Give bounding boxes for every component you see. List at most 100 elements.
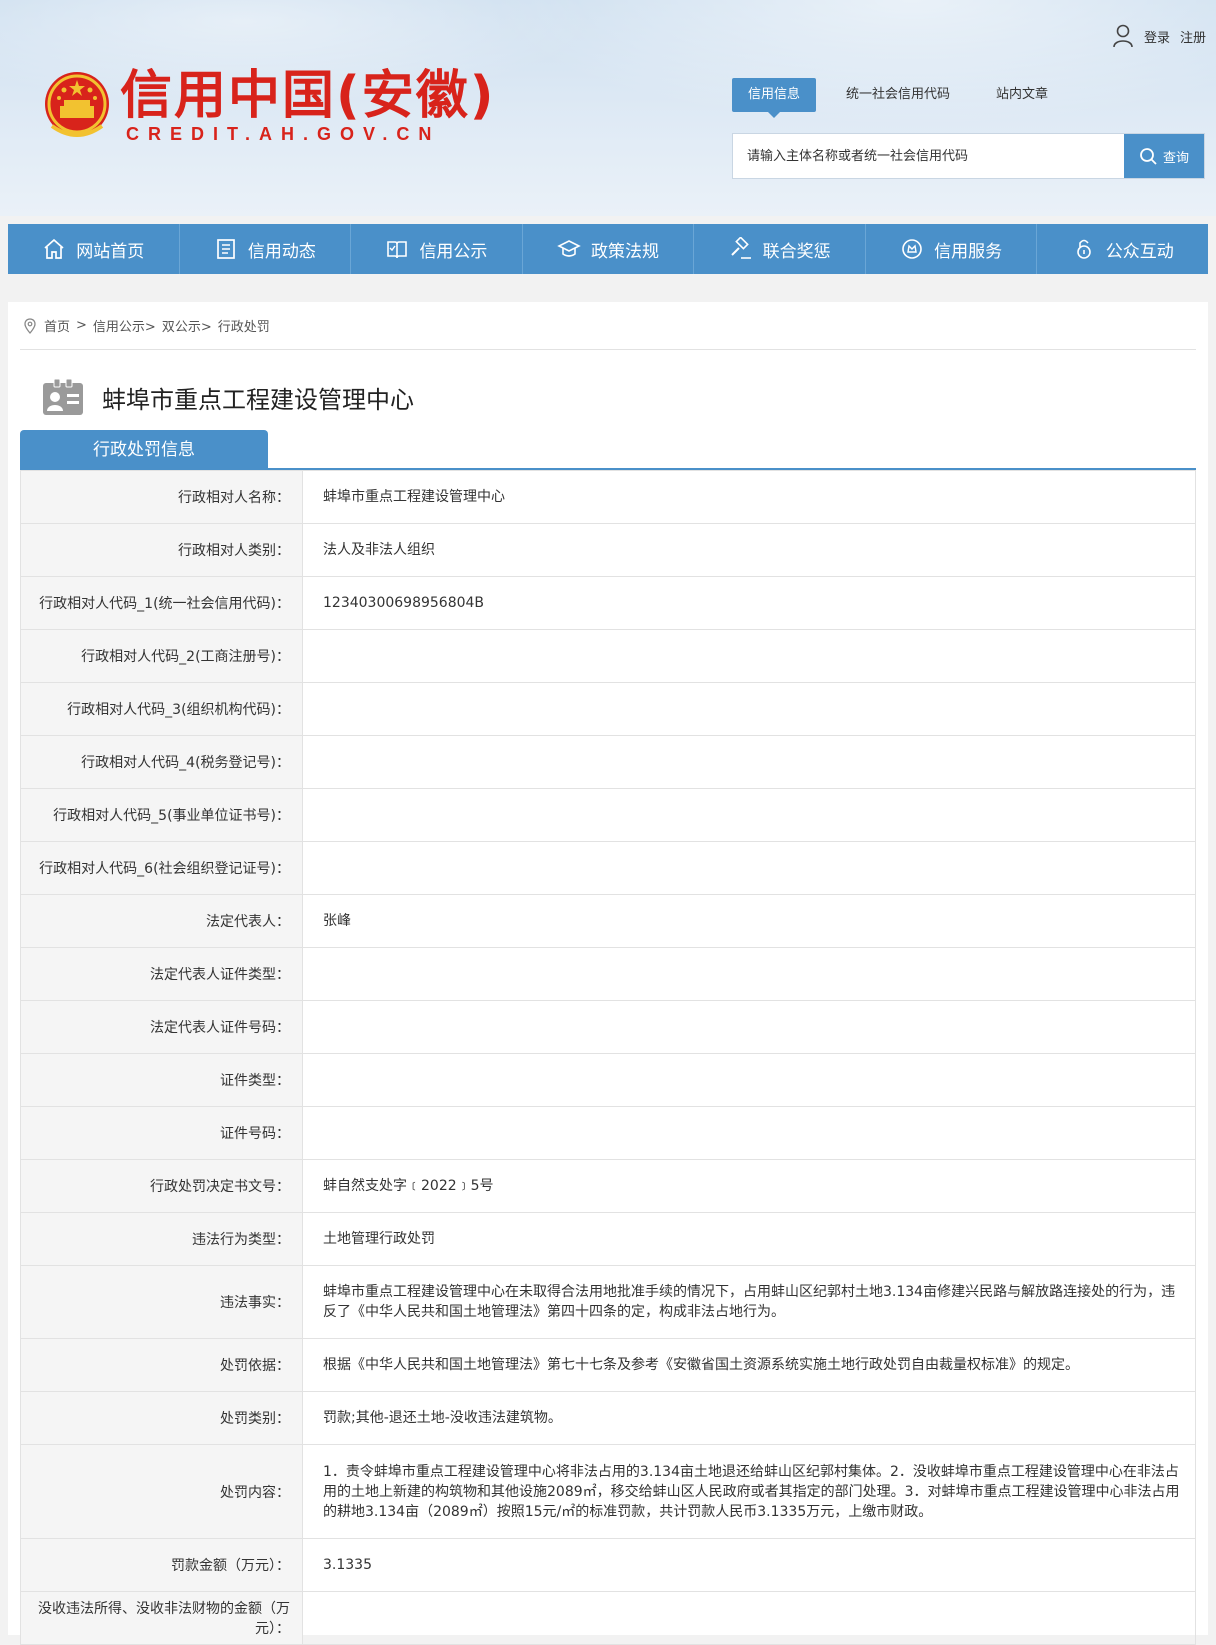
breadcrumb-double-disclosure[interactable]: 双公示> xyxy=(162,316,212,335)
book-icon xyxy=(387,241,408,259)
search-tab-credit-code[interactable]: 统一社会信用代码 xyxy=(830,78,966,112)
row-value: 土地管理行政处罚 xyxy=(302,1212,1196,1266)
breadcrumb-home[interactable]: 首页 xyxy=(44,316,70,335)
row-value xyxy=(302,629,1196,683)
row-value: 法人及非法人组织 xyxy=(302,523,1196,577)
entity-header: 蚌埠市重点工程建设管理中心 xyxy=(42,378,414,416)
id-card-icon xyxy=(43,378,83,415)
nav-item-credit-service[interactable]: 信用服务 xyxy=(866,224,1038,274)
search-button-label: 查询 xyxy=(1162,150,1189,166)
search-tab-credit-info[interactable]: 信用信息 xyxy=(732,78,817,118)
row-label: 行政相对人类别： xyxy=(20,523,303,577)
register-link[interactable]: 注册 xyxy=(1180,27,1206,46)
table-row: 法定代表人证件号码： xyxy=(20,1000,1196,1054)
row-label: 罚款金额（万元）： xyxy=(20,1538,303,1592)
nav-label: 信用服务 xyxy=(934,241,1003,262)
table-row: 行政处罚决定书文号： 蚌自然支处字﹝2022﹞5号 xyxy=(20,1159,1196,1213)
table-row: 行政相对人代码_5(事业单位证书号)： xyxy=(20,788,1196,842)
graduation-icon xyxy=(557,240,581,257)
nav-item-interaction[interactable]: 公众互动 xyxy=(1037,224,1208,274)
row-label: 处罚类别： xyxy=(20,1391,303,1445)
row-label: 法定代表人证件类型： xyxy=(20,947,303,1001)
table-row: 行政相对人代码_1(统一社会信用代码)： 12340300698956804B xyxy=(20,576,1196,630)
row-value: 根据《中华人民共和国土地管理法》第七十七条及参考《安徽省国土资源系统实施土地行政… xyxy=(302,1338,1196,1392)
national-emblem-icon xyxy=(45,72,109,137)
breadcrumb: 首页 > 信用公示> 双公示> 行政处罚 xyxy=(22,316,270,335)
row-value xyxy=(302,1000,1196,1054)
table-row: 行政相对人代码_3(组织机构代码)： xyxy=(20,682,1196,736)
nav-label: 联合奖惩 xyxy=(762,241,831,262)
row-label: 行政相对人代码_3(组织机构代码)： xyxy=(20,682,303,736)
row-label: 法定代表人： xyxy=(20,894,303,948)
table-row: 行政相对人代码_6(社会组织登记证号)： xyxy=(20,841,1196,895)
table-row: 没收违法所得、没收非法财物的金额（万元）： xyxy=(20,1591,1196,1645)
row-label: 行政相对人名称： xyxy=(20,470,303,524)
row-value xyxy=(302,1106,1196,1160)
row-value xyxy=(302,788,1196,842)
row-value: 1．责令蚌埠市重点工程建设管理中心将非法占用的3.134亩土地退还给蚌山区纪郭村… xyxy=(302,1444,1196,1539)
nav-label: 公众互动 xyxy=(1105,241,1174,262)
search-input[interactable] xyxy=(733,134,1124,178)
row-label: 违法行为类型： xyxy=(20,1212,303,1266)
penalty-info-table: 行政相对人名称： 蚌埠市重点工程建设管理中心 行政相对人类别： 法人及非法人组织 行… xyxy=(20,470,1196,1645)
nav-label: 信用动态 xyxy=(247,241,316,262)
breadcrumb-credit-disclosure[interactable]: 信用公示> xyxy=(93,316,156,335)
row-label: 行政处罚决定书文号： xyxy=(20,1159,303,1213)
row-label: 证件类型： xyxy=(20,1053,303,1107)
breadcrumb-divider xyxy=(20,349,1196,350)
home-icon xyxy=(44,238,64,259)
breadcrumb-current: 行政处罚 xyxy=(217,320,270,335)
row-value: 3.1335 xyxy=(302,1538,1196,1592)
row-label: 处罚内容： xyxy=(20,1444,303,1539)
nav-item-credit-disclosure[interactable]: 信用公示 xyxy=(351,224,523,274)
row-value: 12340300698956804B xyxy=(302,576,1196,630)
search-box: 查询 xyxy=(732,133,1205,179)
table-row: 处罚内容： 1．责令蚌埠市重点工程建设管理中心将非法占用的3.134亩土地退还给蚌… xyxy=(20,1444,1196,1539)
breadcrumb-separator: > xyxy=(76,318,87,333)
table-row: 处罚依据： 根据《中华人民共和国土地管理法》第七十七条及参考《安徽省国土资源系统实… xyxy=(20,1338,1196,1392)
user-icon xyxy=(1113,24,1133,48)
row-label: 法定代表人证件号码： xyxy=(20,1000,303,1054)
table-row: 法定代表人： 张峰 xyxy=(20,894,1196,948)
table-row: 行政相对人名称： 蚌埠市重点工程建设管理中心 xyxy=(20,470,1196,524)
table-row: 处罚类别： 罚款;其他-退还土地-没收违法建筑物。 xyxy=(20,1391,1196,1445)
location-pin-icon xyxy=(24,317,36,334)
nav-item-home[interactable]: 网站首页 xyxy=(8,224,180,274)
row-value: 蚌埠市重点工程建设管理中心在未取得合法用地批准手续的情况下，占用蚌山区纪郭村土地… xyxy=(302,1265,1196,1339)
info-tabbar: 行政处罚信息 xyxy=(20,430,1196,470)
table-row: 法定代表人证件类型： xyxy=(20,947,1196,1001)
document-icon xyxy=(217,239,235,259)
nav-item-policy[interactable]: 政策法规 xyxy=(523,224,695,274)
lock-icon xyxy=(1076,239,1091,259)
table-row: 行政相对人类别： 法人及非法人组织 xyxy=(20,523,1196,577)
table-row: 违法行为类型： 土地管理行政处罚 xyxy=(20,1212,1196,1266)
site-logo-title[interactable]: 信用中国(安徽) xyxy=(120,66,496,126)
service-icon xyxy=(902,239,922,259)
row-label: 行政相对人代码_2(工商注册号)： xyxy=(20,629,303,683)
site-logo-domain: CREDIT.AH.GOV.CN xyxy=(126,124,441,144)
search-button[interactable]: 查询 xyxy=(1124,134,1204,178)
table-row: 证件类型： xyxy=(20,1053,1196,1107)
nav-item-rewards[interactable]: 联合奖惩 xyxy=(694,224,866,274)
main-content: 首页 > 信用公示> 双公示> 行政处罚 蚌埠市重点工程建设管理中心 行政处罚信… xyxy=(8,302,1208,1645)
row-value xyxy=(302,947,1196,1001)
row-label: 行政相对人代码_4(税务登记号)： xyxy=(20,735,303,789)
row-label: 行政相对人代码_6(社会组织登记证号)： xyxy=(20,841,303,895)
user-area: 登录 注册 xyxy=(1112,24,1206,48)
row-value xyxy=(302,682,1196,736)
nav-item-credit-news[interactable]: 信用动态 xyxy=(180,224,352,274)
table-row: 证件号码： xyxy=(20,1106,1196,1160)
row-label: 违法事实： xyxy=(20,1265,303,1339)
row-value xyxy=(302,1591,1196,1645)
nav-label: 政策法规 xyxy=(591,241,660,262)
row-label: 没收违法所得、没收非法财物的金额（万元）： xyxy=(20,1591,303,1645)
table-row: 行政相对人代码_2(工商注册号)： xyxy=(20,629,1196,683)
table-row: 违法事实： 蚌埠市重点工程建设管理中心在未取得合法用地批准手续的情况下，占用蚌山区… xyxy=(20,1265,1196,1339)
row-value: 罚款;其他-退还土地-没收违法建筑物。 xyxy=(302,1391,1196,1445)
search-tab-articles[interactable]: 站内文章 xyxy=(980,78,1064,112)
table-row: 罚款金额（万元）： 3.1335 xyxy=(20,1538,1196,1592)
row-value xyxy=(302,1053,1196,1107)
tab-admin-penalty[interactable]: 行政处罚信息 xyxy=(20,430,268,470)
row-value: 蚌埠市重点工程建设管理中心 xyxy=(302,470,1196,524)
login-link[interactable]: 登录 xyxy=(1144,27,1170,46)
